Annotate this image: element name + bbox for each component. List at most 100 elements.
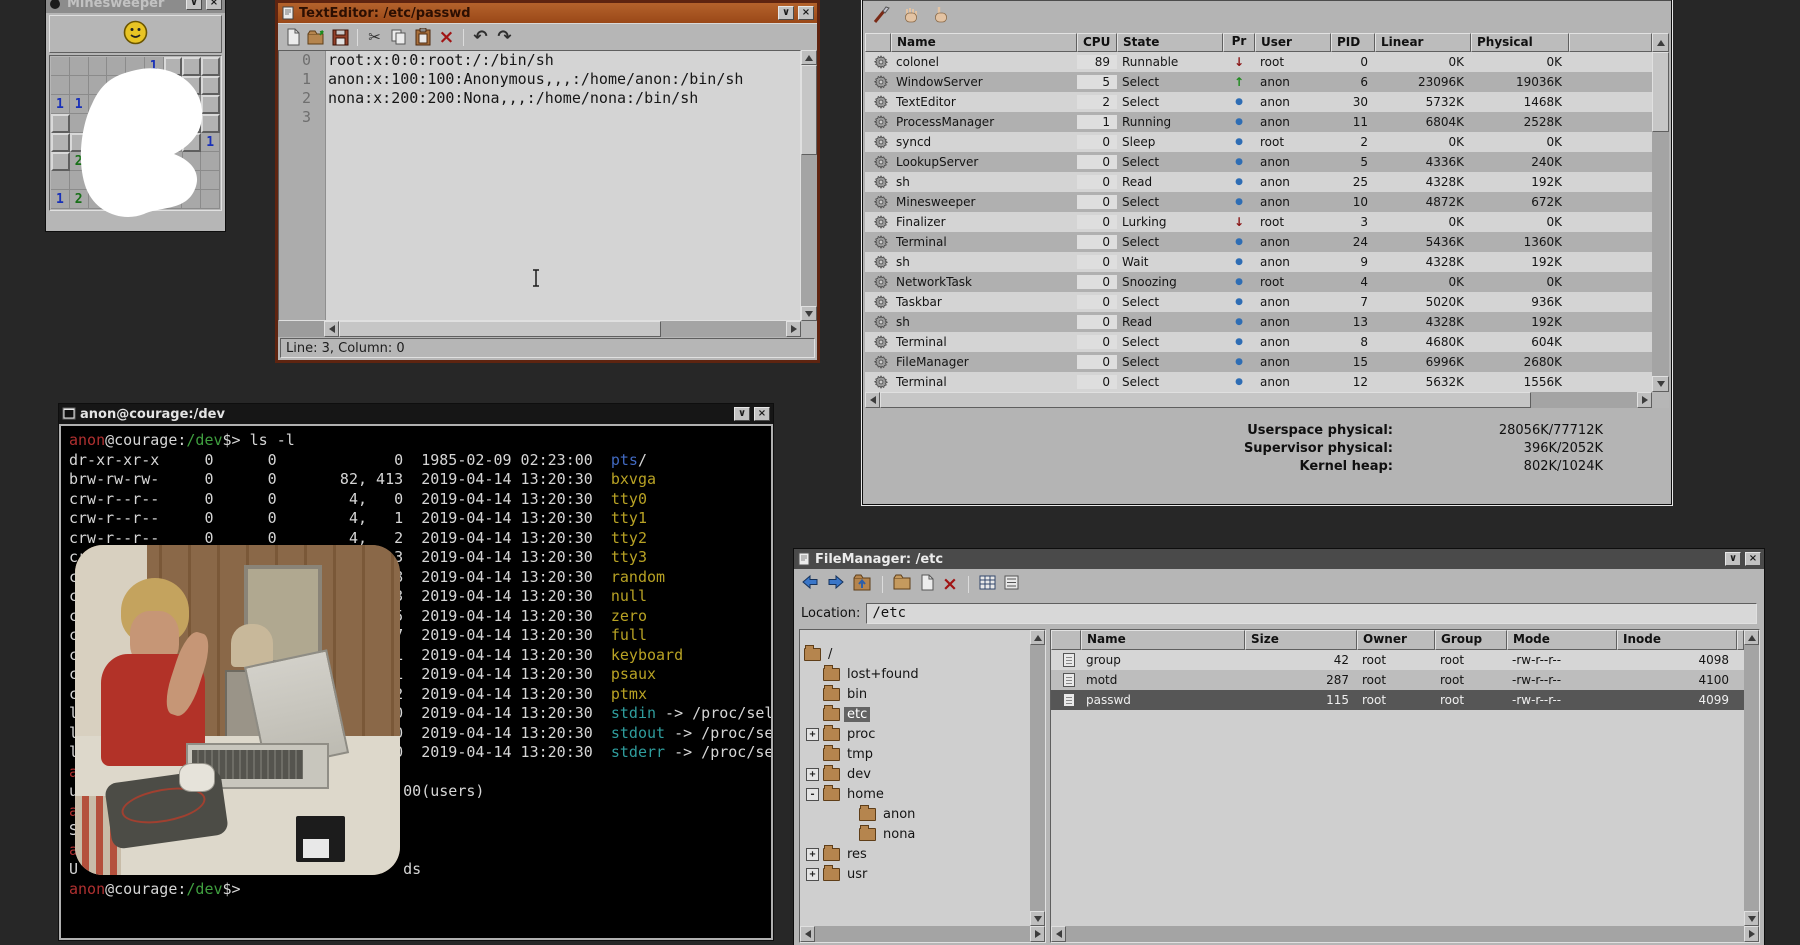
mine-cell[interactable]	[51, 114, 70, 133]
scroll-up-button[interactable]	[1744, 630, 1759, 645]
mine-cell[interactable]: 1	[145, 152, 164, 171]
continue-process-icon[interactable]	[931, 5, 951, 29]
scrollbar-thumb[interactable]	[339, 321, 661, 337]
process-row[interactable]: sh 0 Wait ● anon 9 4328K 192K	[865, 252, 1652, 272]
minimize-button[interactable]: ∨	[778, 6, 794, 20]
new-file-icon[interactable]	[920, 574, 934, 595]
mine-cell[interactable]	[107, 171, 126, 190]
mine-cell[interactable]	[164, 133, 183, 152]
tree-item[interactable]: anon	[800, 804, 1030, 824]
table-view-icon[interactable]	[979, 575, 996, 594]
mine-cell[interactable]	[201, 57, 220, 76]
mine-cell[interactable]	[126, 133, 145, 152]
vertical-scrollbar[interactable]	[1030, 630, 1045, 926]
mine-cell[interactable]	[183, 152, 202, 171]
mine-cell[interactable]	[107, 114, 126, 133]
process-row[interactable]: WindowServer 5 Select ↑ anon 6 23096K 19…	[865, 72, 1652, 92]
mine-cell[interactable]	[89, 152, 108, 171]
mine-cell[interactable]: 2	[70, 190, 89, 209]
tree-item[interactable]: + dev	[800, 764, 1030, 784]
mine-cell[interactable]	[107, 133, 126, 152]
scroll-right-button[interactable]	[1744, 926, 1759, 942]
location-input[interactable]: /etc	[866, 603, 1757, 624]
process-row[interactable]: Terminal 0 Select ● anon 24 5436K 1360K	[865, 232, 1652, 252]
mine-cell[interactable]	[201, 95, 220, 114]
mine-cell[interactable]	[182, 171, 201, 190]
column-header-owner[interactable]: Owner	[1357, 630, 1435, 650]
scroll-down-button[interactable]	[1030, 911, 1045, 926]
save-icon[interactable]	[331, 28, 350, 47]
scroll-right-button[interactable]	[1637, 392, 1652, 408]
tree-item[interactable]: + usr	[800, 864, 1030, 884]
new-folder-icon[interactable]	[893, 574, 912, 594]
tree-expander[interactable]: +	[806, 768, 819, 781]
column-header-pr[interactable]: Pr	[1223, 33, 1255, 52]
scroll-down-button[interactable]	[1652, 376, 1669, 392]
filemanager-titlebar[interactable]: FileManager: /etc ∨ ×	[794, 549, 1764, 569]
tree-item[interactable]: - home	[800, 784, 1030, 804]
file-row[interactable]: motd 287 root root -rw-r--r-- 4100	[1051, 670, 1744, 690]
mine-cell[interactable]: 1	[126, 171, 145, 190]
process-row[interactable]: TextEditor 2 Select ● anon 30 5732K 1468…	[865, 92, 1652, 112]
mine-cell[interactable]	[51, 76, 70, 95]
column-header-size[interactable]: Size	[1245, 630, 1357, 650]
scroll-left-button[interactable]	[324, 321, 339, 337]
mine-cell[interactable]	[126, 76, 145, 95]
process-row[interactable]: Minesweeper 0 Select ● anon 10 4872K 672…	[865, 192, 1652, 212]
tree-expander[interactable]: +	[806, 868, 819, 881]
mine-cell[interactable]	[51, 171, 70, 190]
mine-cell[interactable]	[126, 114, 145, 133]
process-row[interactable]: Finalizer 0 Lurking ↓ root 3 0K 0K	[865, 212, 1652, 232]
delete-icon[interactable]: ×	[942, 576, 958, 592]
minimize-button[interactable]: ∨	[1725, 552, 1741, 566]
column-header-mode[interactable]: Mode	[1507, 630, 1617, 650]
process-row[interactable]: sh 0 Read ● anon 13 4328K 192K	[865, 312, 1652, 332]
mine-cell[interactable]	[201, 114, 220, 133]
process-row[interactable]: sh 0 Read ● anon 25 4328K 192K	[865, 172, 1652, 192]
tree-item[interactable]: bin	[800, 684, 1030, 704]
scroll-up-button[interactable]	[1030, 630, 1045, 645]
column-header-cpu[interactable]: CPU	[1077, 33, 1117, 52]
column-header-group[interactable]: Group	[1435, 630, 1507, 650]
mine-cell[interactable]	[164, 57, 183, 76]
process-row[interactable]: FileManager 0 Select ● anon 15 6996K 268…	[865, 352, 1652, 372]
back-icon[interactable]	[801, 574, 819, 594]
mine-cell[interactable]: 1	[51, 190, 70, 209]
scroll-right-button[interactable]	[786, 321, 801, 337]
mine-cell[interactable]: 1	[70, 95, 89, 114]
column-header-pid[interactable]: PID	[1331, 33, 1375, 52]
mine-cell[interactable]: 1	[145, 171, 164, 190]
forward-icon[interactable]	[827, 574, 845, 594]
mine-cell[interactable]	[126, 190, 145, 209]
process-row[interactable]: NetworkTask 0 Snoozing ● root 4 0K 0K	[865, 272, 1652, 292]
column-header-user[interactable]: User	[1255, 33, 1331, 52]
mine-cell[interactable]	[126, 57, 145, 76]
mine-cell[interactable]	[51, 152, 70, 171]
mine-cell[interactable]	[164, 152, 183, 171]
column-header-name[interactable]: Name	[1081, 630, 1245, 650]
process-row[interactable]: Taskbar 0 Select ● anon 7 5020K 936K	[865, 292, 1652, 312]
go-up-icon[interactable]	[853, 574, 872, 595]
stop-process-icon[interactable]	[901, 5, 921, 29]
mine-cell[interactable]	[164, 76, 183, 95]
mine-cell[interactable]	[182, 114, 201, 133]
mine-cell[interactable]	[89, 114, 108, 133]
scroll-down-button[interactable]	[801, 306, 817, 321]
list-view-icon[interactable]	[1004, 575, 1019, 594]
scroll-up-button[interactable]	[801, 50, 817, 65]
mine-cell[interactable]: 1	[51, 95, 70, 114]
mine-cell[interactable]	[145, 114, 164, 133]
open-file-icon[interactable]	[307, 28, 326, 47]
mine-cell[interactable]	[89, 133, 108, 152]
new-file-icon[interactable]	[283, 28, 302, 47]
mine-cell[interactable]	[164, 171, 183, 190]
tree-item[interactable]: etc	[800, 704, 1030, 724]
tree-item[interactable]: tmp	[800, 744, 1030, 764]
mine-cell[interactable]	[201, 152, 220, 171]
process-row[interactable]: syncd 0 Sleep ● root 2 0K 0K	[865, 132, 1652, 152]
mine-cell[interactable]	[70, 114, 89, 133]
tree-expander[interactable]: +	[806, 848, 819, 861]
mine-cell[interactable]	[182, 190, 201, 209]
mine-cell[interactable]	[201, 171, 220, 190]
terminal-titlebar[interactable]: anon@courage:/dev ∨ ×	[59, 404, 773, 424]
